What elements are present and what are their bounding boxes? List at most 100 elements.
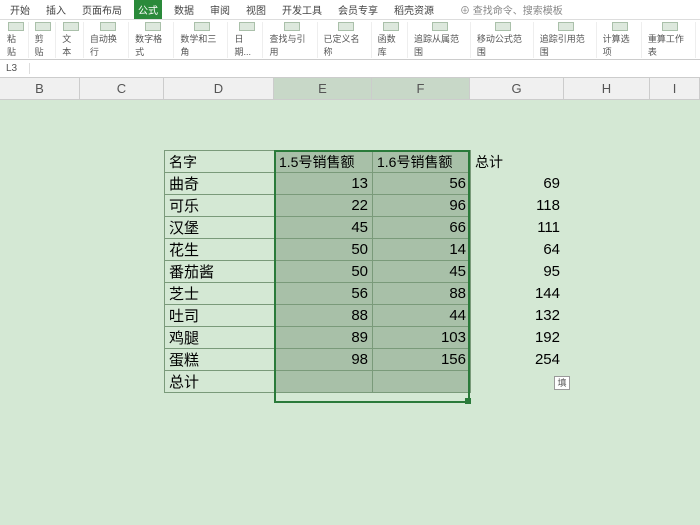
table-cell[interactable]: 45 — [275, 217, 373, 239]
tool-label: 移动公式范围 — [477, 32, 530, 58]
tool-icon — [145, 22, 161, 31]
tool-label: 查找与引用 — [269, 32, 313, 58]
column-header-D[interactable]: D — [164, 78, 274, 100]
table-cell[interactable]: 144 — [471, 283, 565, 305]
toolbar-group[interactable]: 自动换行 — [87, 22, 129, 58]
ribbon-tab[interactable]: 视图 — [242, 0, 270, 19]
column-header-I[interactable]: I — [650, 78, 700, 100]
search-hint[interactable]: ⊕ 查找命令、搜索模板 — [456, 0, 567, 19]
table-cell[interactable]: 88 — [275, 305, 373, 327]
toolbar-group[interactable]: 追踪从属范围 — [411, 22, 471, 58]
table-cell[interactable]: 44 — [373, 305, 471, 327]
toolbar-group[interactable]: 计算选项 — [600, 22, 642, 58]
table-cell[interactable]: 88 — [373, 283, 471, 305]
tool-icon — [100, 22, 116, 31]
table-cell[interactable]: 103 — [373, 327, 471, 349]
toolbar-group[interactable]: 追踪引用范围 — [537, 22, 597, 58]
toolbar-group[interactable]: 文本 — [59, 22, 84, 58]
tool-label: 已定义名称 — [324, 32, 368, 58]
table-cell[interactable]: 14 — [373, 239, 471, 261]
table-cell[interactable]: 95 — [471, 261, 565, 283]
table-cell[interactable]: 156 — [373, 349, 471, 371]
ribbon-tab[interactable]: 会员专享 — [334, 0, 382, 19]
table-cell[interactable]: 汉堡 — [165, 217, 275, 239]
table-footer-cell[interactable] — [471, 371, 565, 393]
ribbon-tab[interactable]: 审阅 — [206, 0, 234, 19]
table-cell[interactable]: 45 — [373, 261, 471, 283]
tool-label: 自动换行 — [90, 32, 125, 58]
table-cell[interactable]: 56 — [275, 283, 373, 305]
toolbar-group[interactable]: 数学和三角 — [177, 22, 228, 58]
table-cell[interactable]: 鸡腿 — [165, 327, 275, 349]
ribbon-tab[interactable]: 开发工具 — [278, 0, 326, 19]
column-header-C[interactable]: C — [80, 78, 164, 100]
toolbar-group[interactable]: 日期... — [231, 22, 263, 58]
table-header[interactable]: 1.6号销售额 — [373, 151, 471, 173]
table-cell[interactable]: 蛋糕 — [165, 349, 275, 371]
toolbar-group[interactable]: 数字格式 — [132, 22, 174, 58]
table-cell[interactable]: 118 — [471, 195, 565, 217]
table-cell[interactable]: 曲奇 — [165, 173, 275, 195]
table-cell[interactable]: 111 — [471, 217, 565, 239]
data-table[interactable]: 名字1.5号销售额1.6号销售额总计曲奇135669可乐2296118汉堡456… — [164, 150, 565, 393]
table-cell[interactable]: 13 — [275, 173, 373, 195]
table-header[interactable]: 总计 — [471, 151, 565, 173]
fill-handle[interactable] — [465, 398, 471, 404]
table-cell[interactable]: 花生 — [165, 239, 275, 261]
toolbar-group[interactable]: 重算工作表 — [645, 22, 696, 58]
table-footer-cell[interactable] — [373, 371, 471, 393]
table-cell[interactable]: 192 — [471, 327, 565, 349]
tool-icon — [662, 22, 678, 31]
smart-tag-icon[interactable]: 填 — [554, 376, 570, 390]
tool-icon — [284, 22, 300, 31]
tool-label: 计算选项 — [603, 32, 638, 58]
spreadsheet-grid[interactable]: BCDEFGHI 名字1.5号销售额1.6号销售额总计曲奇135669可乐229… — [0, 78, 700, 525]
tool-icon — [383, 22, 399, 31]
table-header[interactable]: 名字 — [165, 151, 275, 173]
toolbar-group[interactable]: 函数库 — [375, 22, 408, 58]
table-footer-cell[interactable] — [275, 371, 373, 393]
tool-label: 日期... — [234, 32, 259, 58]
tool-label: 粘贴 — [7, 32, 25, 58]
table-cell[interactable]: 69 — [471, 173, 565, 195]
toolbar-group[interactable]: 粘贴 — [4, 22, 29, 58]
toolbar-group[interactable]: 剪贴 — [32, 22, 57, 58]
table-cell[interactable]: 64 — [471, 239, 565, 261]
table-cell[interactable]: 56 — [373, 173, 471, 195]
table-cell[interactable]: 芝士 — [165, 283, 275, 305]
ribbon-tab[interactable]: 稻壳资源 — [390, 0, 438, 19]
table-cell[interactable]: 番茄酱 — [165, 261, 275, 283]
toolbar-group[interactable]: 移动公式范围 — [474, 22, 534, 58]
table-cell[interactable]: 89 — [275, 327, 373, 349]
column-header-H[interactable]: H — [564, 78, 650, 100]
table-cell[interactable]: 66 — [373, 217, 471, 239]
toolbar-group[interactable]: 查找与引用 — [266, 22, 317, 58]
ribbon-tab[interactable]: 数据 — [170, 0, 198, 19]
column-header-G[interactable]: G — [470, 78, 564, 100]
table-header[interactable]: 1.5号销售额 — [275, 151, 373, 173]
tool-icon — [612, 22, 628, 31]
toolbar-group[interactable]: 已定义名称 — [321, 22, 372, 58]
table-cell[interactable]: 132 — [471, 305, 565, 327]
table-cell[interactable]: 98 — [275, 349, 373, 371]
column-header-B[interactable]: B — [0, 78, 80, 100]
tool-label: 追踪引用范围 — [540, 32, 593, 58]
name-box[interactable]: L3 — [0, 63, 30, 74]
table-cell[interactable]: 22 — [275, 195, 373, 217]
table-footer-cell[interactable]: 总计 — [165, 371, 275, 393]
tool-icon — [239, 22, 255, 31]
ribbon-tab[interactable]: 开始 — [6, 0, 34, 19]
table-cell[interactable]: 50 — [275, 239, 373, 261]
table-cell[interactable]: 254 — [471, 349, 565, 371]
ribbon-tabs: 开始插入页面布局公式数据审阅视图开发工具会员专享稻壳资源 ⊕ 查找命令、搜索模板 — [0, 0, 700, 20]
ribbon-tab[interactable]: 公式 — [134, 0, 162, 19]
table-cell[interactable]: 96 — [373, 195, 471, 217]
ribbon-tab[interactable]: 插入 — [42, 0, 70, 19]
table-cell[interactable]: 吐司 — [165, 305, 275, 327]
sheet-body[interactable]: 名字1.5号销售额1.6号销售额总计曲奇135669可乐2296118汉堡456… — [0, 100, 700, 525]
ribbon-tab[interactable]: 页面布局 — [78, 0, 126, 19]
column-header-F[interactable]: F — [372, 78, 470, 100]
table-cell[interactable]: 可乐 — [165, 195, 275, 217]
table-cell[interactable]: 50 — [275, 261, 373, 283]
column-header-E[interactable]: E — [274, 78, 372, 100]
